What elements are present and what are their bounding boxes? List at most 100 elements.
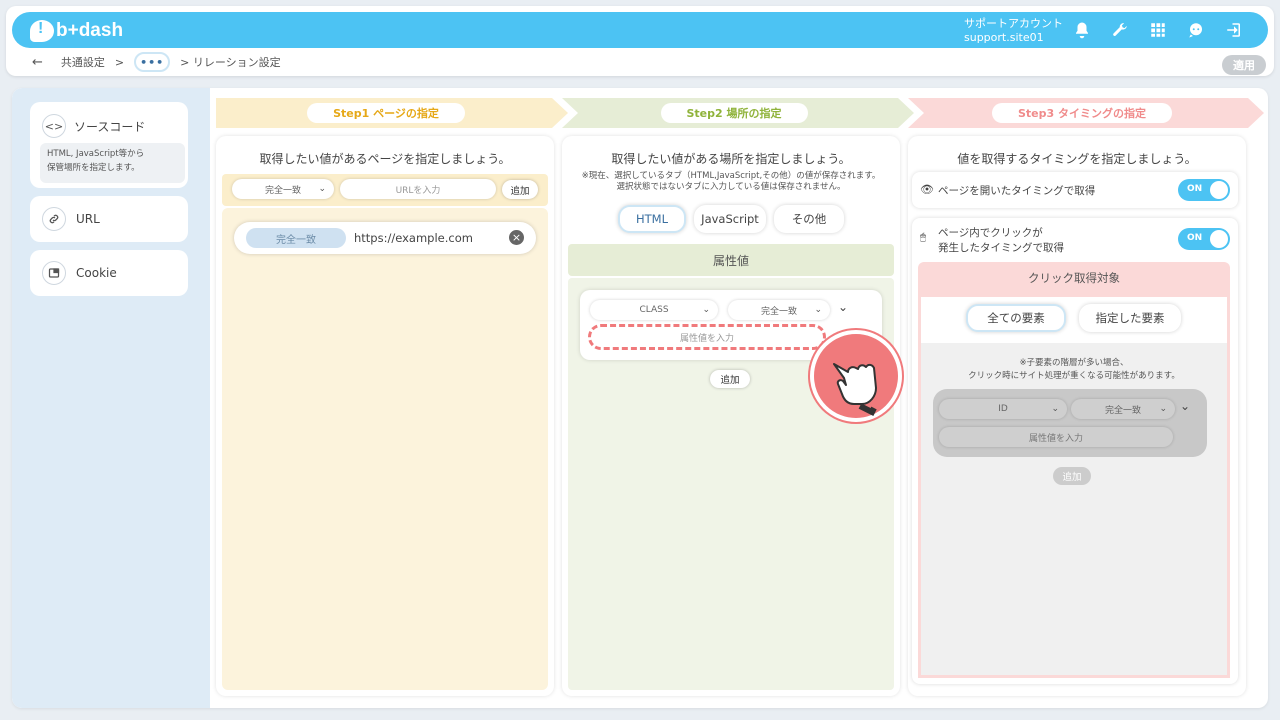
chevron-down-icon: ⌄ (702, 305, 710, 315)
match-type-select[interactable]: 完全一致 ⌄ (728, 300, 830, 320)
select-value: 完全一致 (264, 185, 301, 196)
toggle-label: ON (1187, 233, 1203, 243)
tab-all-elements[interactable]: 全ての要素 (966, 304, 1066, 332)
url-match-badge[interactable]: 完全一致 (246, 228, 346, 248)
step2-label: Step2 場所の指定 (660, 103, 808, 123)
attribute-section-header: 属性値 (568, 244, 894, 276)
step1-title: 取得したい値があるページを指定しましょう。 (259, 152, 511, 166)
timing-option-click: 🖱 ページ内でクリックが 発生したタイミングで取得 ON クリック取得対象 全て… (912, 218, 1238, 684)
breadcrumb-current: > リレーション設定 (180, 56, 281, 69)
url-value: https://example.com (354, 231, 473, 245)
step2-note: ※現在、選択しているタブ（HTML,JavaScript,その他）の値が保存され… (562, 171, 900, 193)
url-list-item: 完全一致 https://example.com × (234, 222, 536, 254)
sidebar-item-label: URL (76, 212, 100, 226)
back-arrow-icon[interactable]: ← (32, 55, 43, 70)
logo[interactable]: b+dash (30, 20, 123, 42)
note-line: クリック時にサイト処理が重くなる可能性があります。 (968, 371, 1180, 381)
support-chat-icon[interactable] (1186, 20, 1206, 40)
tab-specified-elements[interactable]: 指定した要素 (1079, 304, 1181, 332)
sidebar-item-cookie[interactable]: Cookie (30, 250, 188, 296)
add-attribute-button[interactable]: 追加 (710, 370, 750, 388)
sidebar-item-source-code[interactable]: <> ソースコード HTML, JavaScript等から 保管場所を指定します… (30, 102, 188, 188)
toggle-knob (1210, 181, 1228, 199)
source-code-description: HTML, JavaScript等から 保管場所を指定します。 (40, 143, 185, 183)
step3-title: 値を取得するタイミングを指定しましょう。 (957, 152, 1197, 166)
logo-bubble-icon (30, 20, 54, 42)
step2-panel: 取得したい値がある場所を指定しましょう。 ※現在、選択しているタブ（HTML,J… (562, 136, 902, 696)
step3-label: Step3 タイミングの指定 (992, 103, 1172, 123)
bell-icon[interactable] (1072, 20, 1092, 40)
top-card: b+dash サポートアカウント support.site01 ← (6, 6, 1274, 76)
note-line: ※現在、選択しているタブ（HTML,JavaScript,その他）の値が保存され… (581, 171, 881, 181)
step1: Step1 ページの指定 (216, 98, 556, 128)
sidebar-item-label: ソースコード (74, 119, 146, 134)
chevron-down-icon: ⌄ (1051, 404, 1059, 414)
sidebar-item-label: Cookie (76, 266, 117, 280)
desc-line: HTML, JavaScript等から (47, 149, 145, 159)
sidebar: <> ソースコード HTML, JavaScript等から 保管場所を指定します… (12, 88, 210, 708)
account-site: support.site01 (964, 31, 1044, 44)
attribute-value-input[interactable]: 属性値を入力 (588, 324, 826, 350)
window-icon (42, 261, 66, 285)
match-type-select[interactable]: 完全一致 ⌄ (232, 179, 334, 199)
chevron-down-icon: ⌄ (1159, 404, 1167, 414)
page-open-toggle[interactable]: ON (1178, 179, 1230, 201)
tab-other[interactable]: その他 (774, 205, 844, 233)
expand-chevron-icon: ⌄ (1180, 399, 1191, 413)
step3-panel: 値を取得するタイミングを指定しましょう。 👁 ページを開いたタイミングで取得 O… (908, 136, 1246, 696)
option-line: 発生したタイミングで取得 (938, 242, 1064, 254)
tab-javascript[interactable]: JavaScript (694, 205, 766, 233)
click-target-header: クリック取得対象 (918, 262, 1230, 294)
select-value: 完全一致 (760, 306, 797, 317)
step2-title: 取得したい値がある場所を指定しましょう。 (611, 152, 851, 166)
match-type-select: 完全一致 ⌄ (1071, 399, 1175, 419)
hand-pointer-icon (810, 330, 902, 422)
apply-button[interactable]: 適用 (1222, 55, 1266, 75)
expand-chevron-icon[interactable]: ⌄ (838, 300, 848, 314)
step2: Step2 場所の指定 (564, 98, 904, 128)
click-toggle[interactable]: ON (1178, 228, 1230, 250)
chevron-down-icon: ⌄ (318, 184, 326, 194)
breadcrumb: ← 共通設定 > ••• > リレーション設定 (32, 52, 281, 72)
sidebar-item-url[interactable]: URL (30, 196, 188, 242)
mouse-icon: 🖱 (920, 232, 926, 243)
select-value: CLASS (639, 305, 669, 315)
click-target-note: ※子要素の階層が多い場合、 クリック時にサイト処理が重くなる可能性があります。 (921, 357, 1227, 383)
attribute-type-select: ID ⌄ (939, 399, 1067, 419)
url-list (222, 208, 548, 690)
desc-line: 保管場所を指定します。 (47, 163, 140, 173)
url-input[interactable]: URLを入力 (340, 179, 496, 199)
add-attribute-button: 追加 (1053, 467, 1091, 485)
option-label: ページを開いたタイミングで取得 (938, 185, 1096, 197)
account-info[interactable]: サポートアカウント support.site01 (964, 17, 1063, 45)
remove-url-icon[interactable]: × (509, 230, 524, 245)
chevron-down-icon: ⌄ (814, 305, 822, 315)
note-line: ※子要素の階層が多い場合、 (1019, 358, 1129, 368)
add-url-button[interactable]: 追加 (502, 180, 538, 199)
note-line: 選択状態ではないタブに入力している値は保存されません。 (616, 182, 846, 192)
step3: Step3 タイミングの指定 (910, 98, 1254, 128)
header-bar: b+dash サポートアカウント support.site01 (12, 12, 1268, 48)
code-icon: <> (42, 114, 66, 138)
breadcrumb-item-common-settings[interactable]: 共通設定 (61, 54, 105, 70)
timing-option-page-open[interactable]: 👁 ページを開いたタイミングで取得 ON (912, 172, 1238, 208)
toggle-knob (1210, 230, 1228, 248)
option-line: ページ内でクリックが (938, 227, 1043, 239)
breadcrumb-more-button[interactable]: ••• (134, 52, 171, 72)
toggle-label: ON (1187, 184, 1203, 194)
link-icon (42, 207, 66, 231)
account-label: サポートアカウント (964, 17, 1063, 30)
logout-icon[interactable] (1224, 20, 1244, 40)
breadcrumb-separator: > (114, 55, 125, 69)
main-card: <> ソースコード HTML, JavaScript等から 保管場所を指定します… (12, 88, 1268, 708)
logo-text: b+dash (56, 20, 124, 41)
select-value: 完全一致 (1104, 405, 1141, 416)
tab-html[interactable]: HTML (618, 205, 686, 233)
wrench-icon[interactable] (1110, 20, 1130, 40)
option-label: ページ内でクリックが 発生したタイミングで取得 (938, 226, 1064, 256)
eye-icon: 👁 (920, 183, 934, 196)
step1-label: Step1 ページの指定 (307, 103, 465, 123)
attribute-type-select[interactable]: CLASS ⌄ (590, 300, 718, 320)
disabled-area: ※子要素の階層が多い場合、 クリック時にサイト処理が重くなる可能性があります。 … (921, 343, 1227, 675)
grid-icon[interactable] (1148, 20, 1168, 40)
